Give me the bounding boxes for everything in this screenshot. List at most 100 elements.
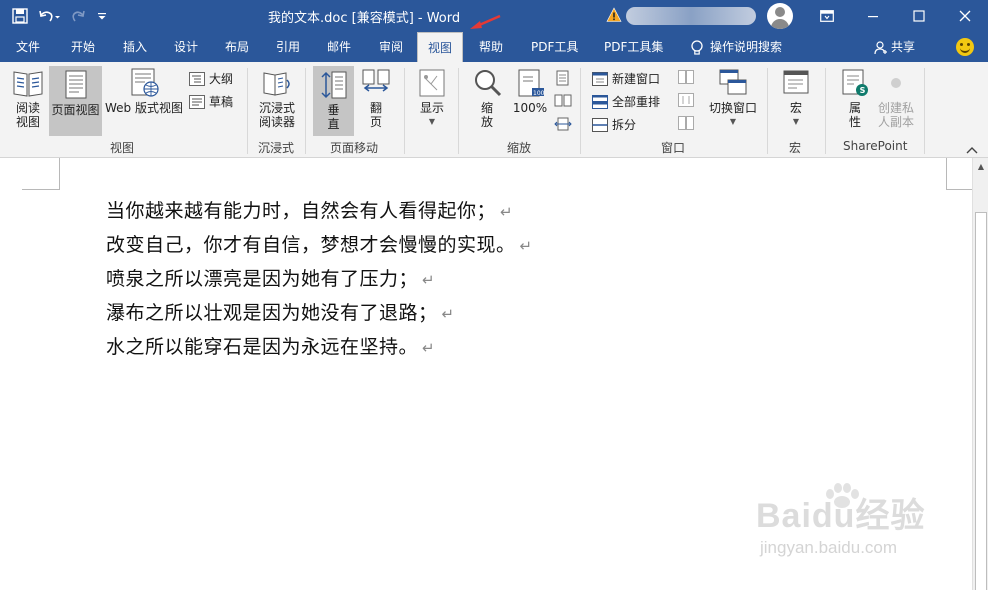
tab-design[interactable]: 设计: [174, 32, 198, 62]
tab-pdf-tools[interactable]: PDF工具: [531, 32, 578, 62]
share-button[interactable]: 共享: [874, 32, 915, 62]
private-copy-icon: [891, 78, 901, 88]
save-icon[interactable]: [12, 4, 28, 28]
web-layout-button[interactable]: Web 版式视图: [104, 68, 184, 134]
document-paragraph[interactable]: 当你越来越有能力时，自然会有人看得起你； ↵: [106, 196, 513, 223]
undo-icon[interactable]: [38, 4, 60, 28]
show-label: 显示: [419, 101, 444, 115]
close-icon[interactable]: [942, 0, 988, 32]
title-bar: 我的文本.doc [兼容模式] - Word: [0, 0, 988, 32]
immersive-reader-label: 沉浸式 阅读器: [258, 101, 295, 129]
warning-icon[interactable]: [606, 7, 622, 23]
view-side-by-side-button[interactable]: [678, 70, 694, 84]
split-icon: [592, 117, 608, 132]
tab-help[interactable]: 帮助: [479, 32, 503, 62]
annotation-arrow-icon: [470, 14, 501, 29]
side-by-side-icon: [678, 70, 694, 84]
group-label-views: 视图: [110, 141, 135, 155]
show-dropdown[interactable]: 显示 ▼: [412, 68, 452, 138]
tell-me-label: 操作说明搜索: [710, 40, 783, 54]
macros-dropdown[interactable]: 宏 ▼: [776, 68, 816, 138]
tab-view[interactable]: 视图: [417, 32, 464, 62]
group-separator: [404, 68, 405, 154]
document-paragraph[interactable]: 改变自己，你才有自信，梦想才会慢慢的实现。 ↵: [106, 230, 533, 257]
arrange-all-label: 全部重排: [612, 95, 661, 109]
read-mode-label: 阅读 视图: [15, 101, 40, 129]
collapse-ribbon-icon[interactable]: [966, 146, 978, 157]
zoom-100-button[interactable]: 100 100%: [510, 68, 550, 134]
immersive-reader-icon: [263, 72, 290, 96]
paragraph-mark: ↵: [500, 203, 514, 221]
paragraph-text: 瀑布之所以壮观是因为她没有了退路；: [106, 302, 438, 324]
private-copy-label: 创建私 人副本: [877, 101, 914, 129]
tab-home[interactable]: 开始: [71, 32, 95, 62]
switch-windows-dropdown[interactable]: 切换窗口 ▼: [705, 68, 761, 138]
side-to-side-icon: [362, 69, 390, 92]
new-window-label: 新建窗口: [612, 72, 661, 86]
tab-layout[interactable]: 布局: [225, 32, 249, 62]
multiple-pages-icon: [554, 94, 572, 107]
draft-button[interactable]: 草稿: [189, 93, 233, 110]
group-separator: [305, 68, 306, 154]
avatar[interactable]: [767, 3, 793, 29]
minimize-icon[interactable]: [850, 0, 896, 32]
maximize-icon[interactable]: [896, 0, 942, 32]
document-paragraph[interactable]: 喷泉之所以漂亮是因为她有了压力； ↵: [106, 264, 435, 291]
paragraph-mark: ↵: [519, 237, 533, 255]
document-paragraph[interactable]: 瀑布之所以壮观是因为她没有了退路； ↵: [106, 298, 455, 325]
reset-window-position-button[interactable]: [678, 116, 694, 130]
group-separator: [825, 68, 826, 154]
one-page-button[interactable]: [556, 70, 570, 86]
scroll-up-icon[interactable]: ▲: [973, 158, 988, 174]
page-width-button[interactable]: [554, 116, 572, 132]
ribbon-display-icon[interactable]: [804, 0, 850, 32]
vertical-button[interactable]: 垂 直: [313, 66, 354, 136]
paragraph-mark: ↵: [422, 339, 436, 357]
macros-icon: [783, 70, 809, 94]
group-label-macros: 宏: [789, 141, 802, 155]
tab-file[interactable]: 文件: [16, 32, 40, 62]
multiple-pages-button[interactable]: [554, 93, 572, 109]
account-name-blurred: [626, 7, 756, 25]
create-private-copy-button[interactable]: 创建私 人副本: [874, 68, 918, 134]
paragraph-mark: ↵: [441, 305, 455, 323]
customize-qat-icon[interactable]: [96, 4, 108, 28]
side-to-side-label: 翻 页: [369, 101, 382, 129]
tab-review[interactable]: 审阅: [379, 32, 403, 62]
read-mode-button[interactable]: 阅读 视图: [8, 68, 48, 134]
tab-pdf-toolset[interactable]: PDF工具集: [604, 32, 663, 62]
new-window-button[interactable]: 新建窗口: [592, 70, 660, 87]
redo-icon[interactable]: [70, 4, 86, 28]
split-button[interactable]: 拆分: [592, 116, 636, 133]
synchronous-scrolling-button[interactable]: [678, 93, 694, 107]
print-layout-button[interactable]: 页面视图: [49, 66, 102, 136]
group-separator: [580, 68, 581, 154]
svg-text:S: S: [860, 86, 866, 95]
document-canvas[interactable]: 当你越来越有能力时，自然会有人看得起你； ↵ 改变自己，你才有自信，梦想才会慢慢的…: [0, 158, 972, 590]
arrange-all-button[interactable]: 全部重排: [592, 93, 660, 110]
tab-references[interactable]: 引用: [276, 32, 300, 62]
show-icon: [419, 69, 445, 97]
vertical-scroll-icon: [320, 71, 346, 99]
outline-button[interactable]: 大纲: [189, 70, 233, 87]
tell-me-search[interactable]: 操作说明搜索: [690, 32, 782, 62]
vertical-scrollbar[interactable]: ▲: [972, 158, 988, 590]
print-layout-label: 页面视图: [51, 103, 100, 117]
group-separator: [924, 68, 925, 154]
tab-mailings[interactable]: 邮件: [327, 32, 351, 62]
switch-windows-icon: [719, 69, 747, 95]
tab-insert[interactable]: 插入: [123, 32, 147, 62]
print-layout-icon: [65, 70, 86, 99]
feedback-smiley-icon[interactable]: [956, 38, 974, 56]
properties-button[interactable]: S 属 性: [836, 68, 874, 134]
scrollbar-thumb[interactable]: [975, 212, 987, 590]
document-paragraph[interactable]: 水之所以能穿石是因为永远在坚持。 ↵: [106, 332, 435, 359]
group-label-immersive: 沉浸式: [258, 141, 295, 155]
group-label-zoom: 缩放: [507, 141, 532, 155]
properties-icon: S: [842, 69, 868, 96]
group-separator: [458, 68, 459, 154]
immersive-reader-button[interactable]: 沉浸式 阅读器: [254, 68, 300, 134]
side-to-side-button[interactable]: 翻 页: [357, 68, 395, 134]
properties-label: 属 性: [848, 101, 861, 129]
zoom-button[interactable]: 缩 放: [468, 68, 506, 134]
